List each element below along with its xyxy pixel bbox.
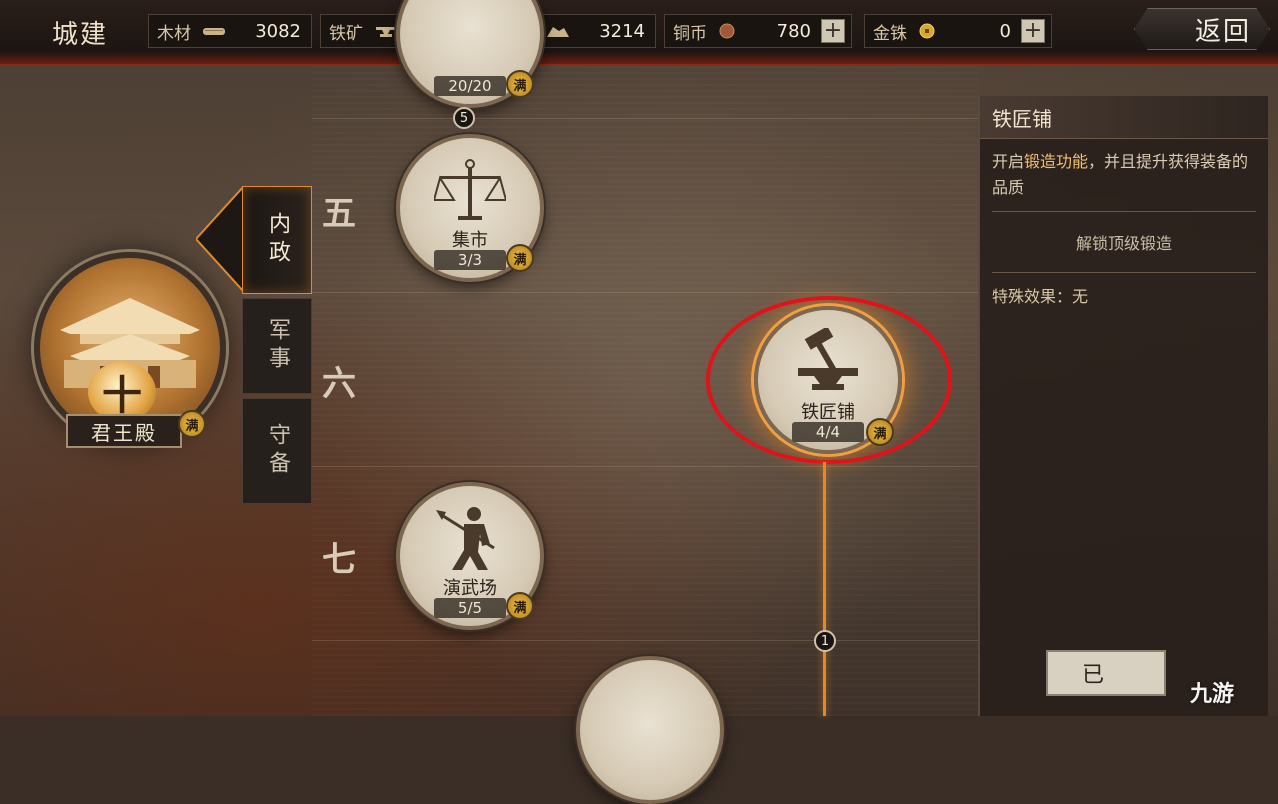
building-level: 5/5 — [433, 598, 507, 618]
building-node-bottom[interactable] — [576, 656, 724, 804]
back-button[interactable]: 返回 — [1134, 8, 1270, 50]
building-level: 3/3 — [433, 250, 507, 270]
special-effect-text: 特殊效果：无 — [992, 287, 1089, 306]
tab-military[interactable]: 军事 — [242, 298, 312, 394]
watermark: 九游 — [1190, 682, 1235, 707]
building-info-panel: 铁匠铺 开启锻造功能，并且提升获得装备的品质 解锁顶级锻造 特殊效果：无 — [978, 96, 1268, 716]
top-bar: 城建 木材 3082 铁矿 3039 石料 3214 铜币 780 + 金铢 0… — [0, 0, 1278, 66]
scales-icon — [434, 159, 506, 220]
gold-coin-icon — [917, 23, 943, 39]
palace-name: 君王殿 — [66, 414, 182, 448]
resource-value: 3082 — [255, 20, 301, 42]
building-level: 20/20 — [433, 76, 507, 96]
resource-copper: 铜币 780 + — [664, 14, 852, 48]
wood-icon — [201, 23, 227, 39]
max-level-badge: 满 — [506, 592, 534, 620]
resource-value: 780 — [776, 20, 811, 42]
resource-wood: 木材 3082 — [148, 14, 312, 48]
tab-label: 军事 — [265, 318, 290, 374]
max-level-badge: 满 — [506, 70, 534, 98]
row-divider — [312, 466, 978, 467]
desc-text: 开启 — [992, 152, 1025, 171]
max-level-badge: 满 — [178, 410, 206, 438]
row-divider — [312, 118, 978, 119]
resource-label: 木材 — [157, 23, 191, 44]
tab-label: 内政 — [265, 212, 290, 268]
divider — [992, 211, 1256, 212]
active-tab-pointer — [196, 186, 244, 292]
panel-title: 铁匠铺 — [980, 96, 1268, 139]
palace-rank-badge: 十 — [88, 362, 156, 422]
upgraded-button[interactable]: 已 — [1046, 650, 1166, 696]
resource-value: 3214 — [599, 20, 645, 42]
panel-description: 开启锻造功能，并且提升获得装备的品质 — [992, 149, 1256, 201]
desc-highlight: 锻造功能 — [1024, 152, 1089, 171]
resource-label: 铜币 — [673, 23, 707, 44]
upgrade-path-line — [823, 462, 826, 716]
resource-gold: 金铢 0 + — [864, 14, 1052, 48]
resource-label: 金铢 — [873, 23, 907, 44]
back-label: 返回 — [1194, 16, 1251, 47]
max-level-badge: 满 — [506, 244, 534, 272]
warrior-icon — [436, 507, 495, 570]
tier-label-6: 六 — [322, 364, 356, 404]
divider — [992, 272, 1256, 273]
connector-count: 5 — [453, 107, 475, 129]
tier-label-7: 七 — [322, 540, 356, 580]
button-label: 已 — [1082, 663, 1105, 688]
connector-count: 1 — [814, 630, 836, 652]
tab-internal-affairs[interactable]: 内政 — [242, 186, 312, 294]
resource-label: 铁矿 — [329, 23, 363, 44]
tab-defense[interactable]: 守备 — [242, 398, 312, 504]
add-copper-button[interactable]: + — [821, 19, 845, 43]
tier-label-5: 五 — [322, 194, 356, 234]
unlock-text: 解锁顶级锻造 — [1075, 234, 1172, 253]
stone-icon — [545, 23, 571, 39]
add-gold-button[interactable]: + — [1021, 19, 1045, 43]
row-divider — [312, 640, 978, 641]
copper-coin-icon — [717, 23, 743, 39]
highlight-circle — [706, 296, 952, 464]
row-divider — [312, 292, 978, 293]
page-title: 城建 — [52, 20, 109, 50]
resource-value: 0 — [999, 20, 1011, 42]
tab-label: 守备 — [265, 423, 290, 479]
